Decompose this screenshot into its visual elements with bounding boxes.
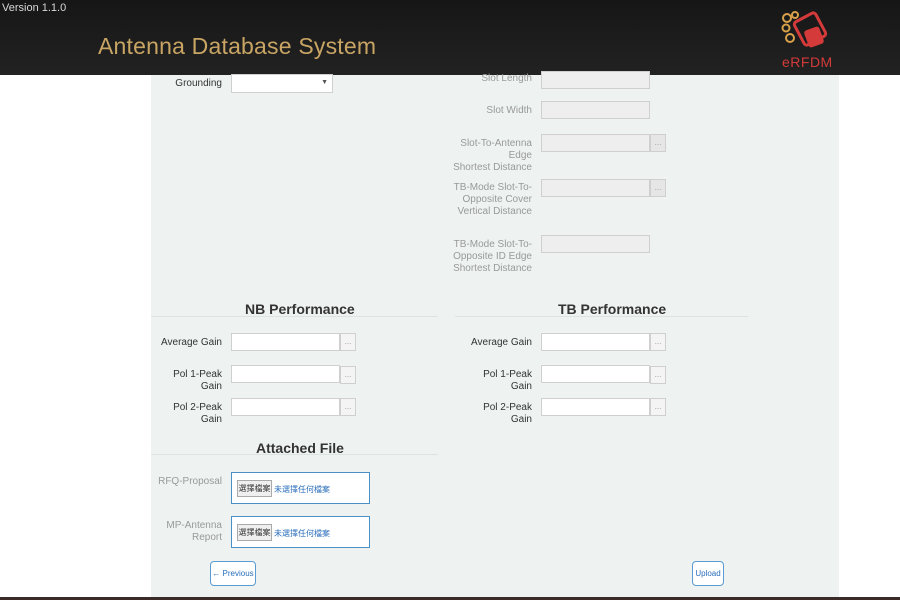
tb-performance-title: TB Performance	[558, 301, 667, 317]
mp-choose-file-button[interactable]: 選擇檔案	[237, 524, 272, 541]
mp-no-file-text: 未選擇任何檔案	[274, 529, 330, 538]
chevron-down-icon: ▼	[321, 79, 328, 86]
slot-width-input[interactable]	[541, 101, 650, 119]
attached-divider	[151, 454, 438, 455]
tb-cover-label-line-3: Vertical Distance	[457, 206, 532, 217]
nb-divider	[151, 316, 438, 317]
slot-edge-distance-input[interactable]	[541, 134, 650, 152]
logo-text: eRFDM	[782, 54, 833, 70]
grounding-label: Grounding	[175, 78, 222, 89]
nb-average-gain-unit-button[interactable]: ...	[340, 333, 356, 351]
nb-average-gain-input[interactable]	[231, 333, 340, 351]
rfq-no-file-text: 未選擇任何檔案	[274, 485, 330, 494]
tb-average-gain-label: Average Gain	[471, 337, 532, 348]
slot-width-label: Slot Width	[486, 105, 532, 116]
rfq-proposal-file-input[interactable]: 選擇檔案 未選擇任何檔案	[231, 472, 370, 504]
tb-cover-label-line-2: Opposite Cover	[462, 194, 532, 205]
tb-cover-unit-button[interactable]: ...	[650, 179, 666, 197]
tb-pol2-unit-button[interactable]: ...	[650, 398, 666, 416]
tb-cover-label-line-1: TB-Mode Slot-To-	[453, 182, 532, 193]
tb-pol2-label: Pol 2-Peak Gain	[483, 402, 532, 425]
nb-pol2-unit-button[interactable]: ...	[340, 398, 356, 416]
slot-edge-label-line-1: Slot-To-Antenna Edge	[460, 138, 532, 161]
slot-edge-distance-label: Slot-To-Antenna Edge Shortest Distance	[440, 138, 532, 174]
nb-pol1-label: Pol 1-Peak Gain	[173, 369, 222, 392]
slot-length-input[interactable]	[541, 71, 650, 89]
grounding-select[interactable]: ▼	[231, 74, 333, 93]
tb-id-label-line-3: Shortest Distance	[453, 263, 532, 274]
tb-pol2-input[interactable]	[541, 398, 650, 416]
rfq-choose-file-button[interactable]: 選擇檔案	[237, 480, 272, 497]
app-title: Antenna Database System	[98, 33, 377, 59]
nb-pol1-input[interactable]	[231, 365, 340, 383]
version-label: Version 1.1.0	[2, 2, 67, 14]
nb-average-gain-label: Average Gain	[161, 337, 222, 348]
rfq-proposal-label: RFQ-Proposal	[158, 476, 222, 487]
tb-average-gain-unit-button[interactable]: ...	[650, 333, 666, 351]
mp-antenna-report-file-input[interactable]: 選擇檔案 未選擇任何檔案	[231, 516, 370, 548]
erfdm-logo: eRFDM	[778, 10, 838, 70]
tb-cover-distance-input[interactable]	[541, 179, 650, 197]
tb-pol1-input[interactable]	[541, 365, 650, 383]
nb-pol1-unit-button[interactable]: ...	[340, 366, 356, 384]
mp-antenna-report-label: MP-Antenna Report	[166, 520, 222, 543]
tb-id-distance-input[interactable]	[541, 235, 650, 253]
slot-edge-label-line-2: Shortest Distance	[453, 162, 532, 173]
tb-id-distance-label: TB-Mode Slot-To- Opposite ID Edge Shorte…	[440, 239, 532, 275]
slot-length-label: Slot Length	[481, 73, 532, 84]
tb-id-label-line-1: TB-Mode Slot-To-	[453, 239, 532, 250]
tb-cover-distance-label: TB-Mode Slot-To- Opposite Cover Vertical…	[440, 182, 532, 218]
tb-pol1-unit-button[interactable]: ...	[650, 366, 666, 384]
tb-average-gain-input[interactable]	[541, 333, 650, 351]
nb-pol2-label: Pol 2-Peak Gain	[173, 402, 222, 425]
nb-performance-title: NB Performance	[245, 301, 355, 317]
upload-button[interactable]: Upload	[692, 561, 724, 586]
previous-button[interactable]: ← Previous	[210, 561, 256, 586]
app-header: Version 1.1.0 Antenna Database System eR…	[0, 0, 900, 75]
tb-id-label-line-2: Opposite ID Edge	[453, 251, 532, 262]
slot-edge-unit-button[interactable]: ...	[650, 134, 666, 152]
nb-pol2-input[interactable]	[231, 398, 340, 416]
logo-graphic-icon	[781, 11, 828, 48]
tb-pol1-label: Pol 1-Peak Gain	[483, 369, 532, 392]
tb-divider	[455, 316, 748, 317]
